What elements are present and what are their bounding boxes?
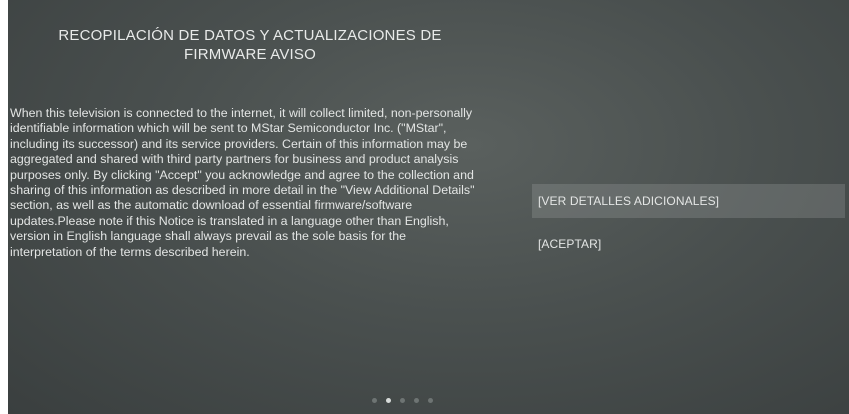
options-menu: [VER DETALLES ADICIONALES] [ACEPTAR] — [532, 184, 845, 261]
page-dot-5 — [428, 398, 433, 403]
dialog-title: RECOPILACIÓN DE DATOS Y ACTUALIZACIONES … — [58, 27, 442, 63]
page-dot-4 — [414, 398, 419, 403]
tv-screen: RECOPILACIÓN DE DATOS Y ACTUALIZACIONES … — [8, 0, 849, 414]
page-dot-2 — [386, 398, 391, 403]
page-dot-1 — [372, 398, 377, 403]
accept-button[interactable]: [ACEPTAR] — [532, 227, 845, 261]
page-dot-3 — [400, 398, 405, 403]
view-details-button[interactable]: [VER DETALLES ADICIONALES] — [532, 184, 845, 218]
notice-text: When this television is connected to the… — [10, 106, 475, 259]
page-indicator — [372, 398, 433, 403]
